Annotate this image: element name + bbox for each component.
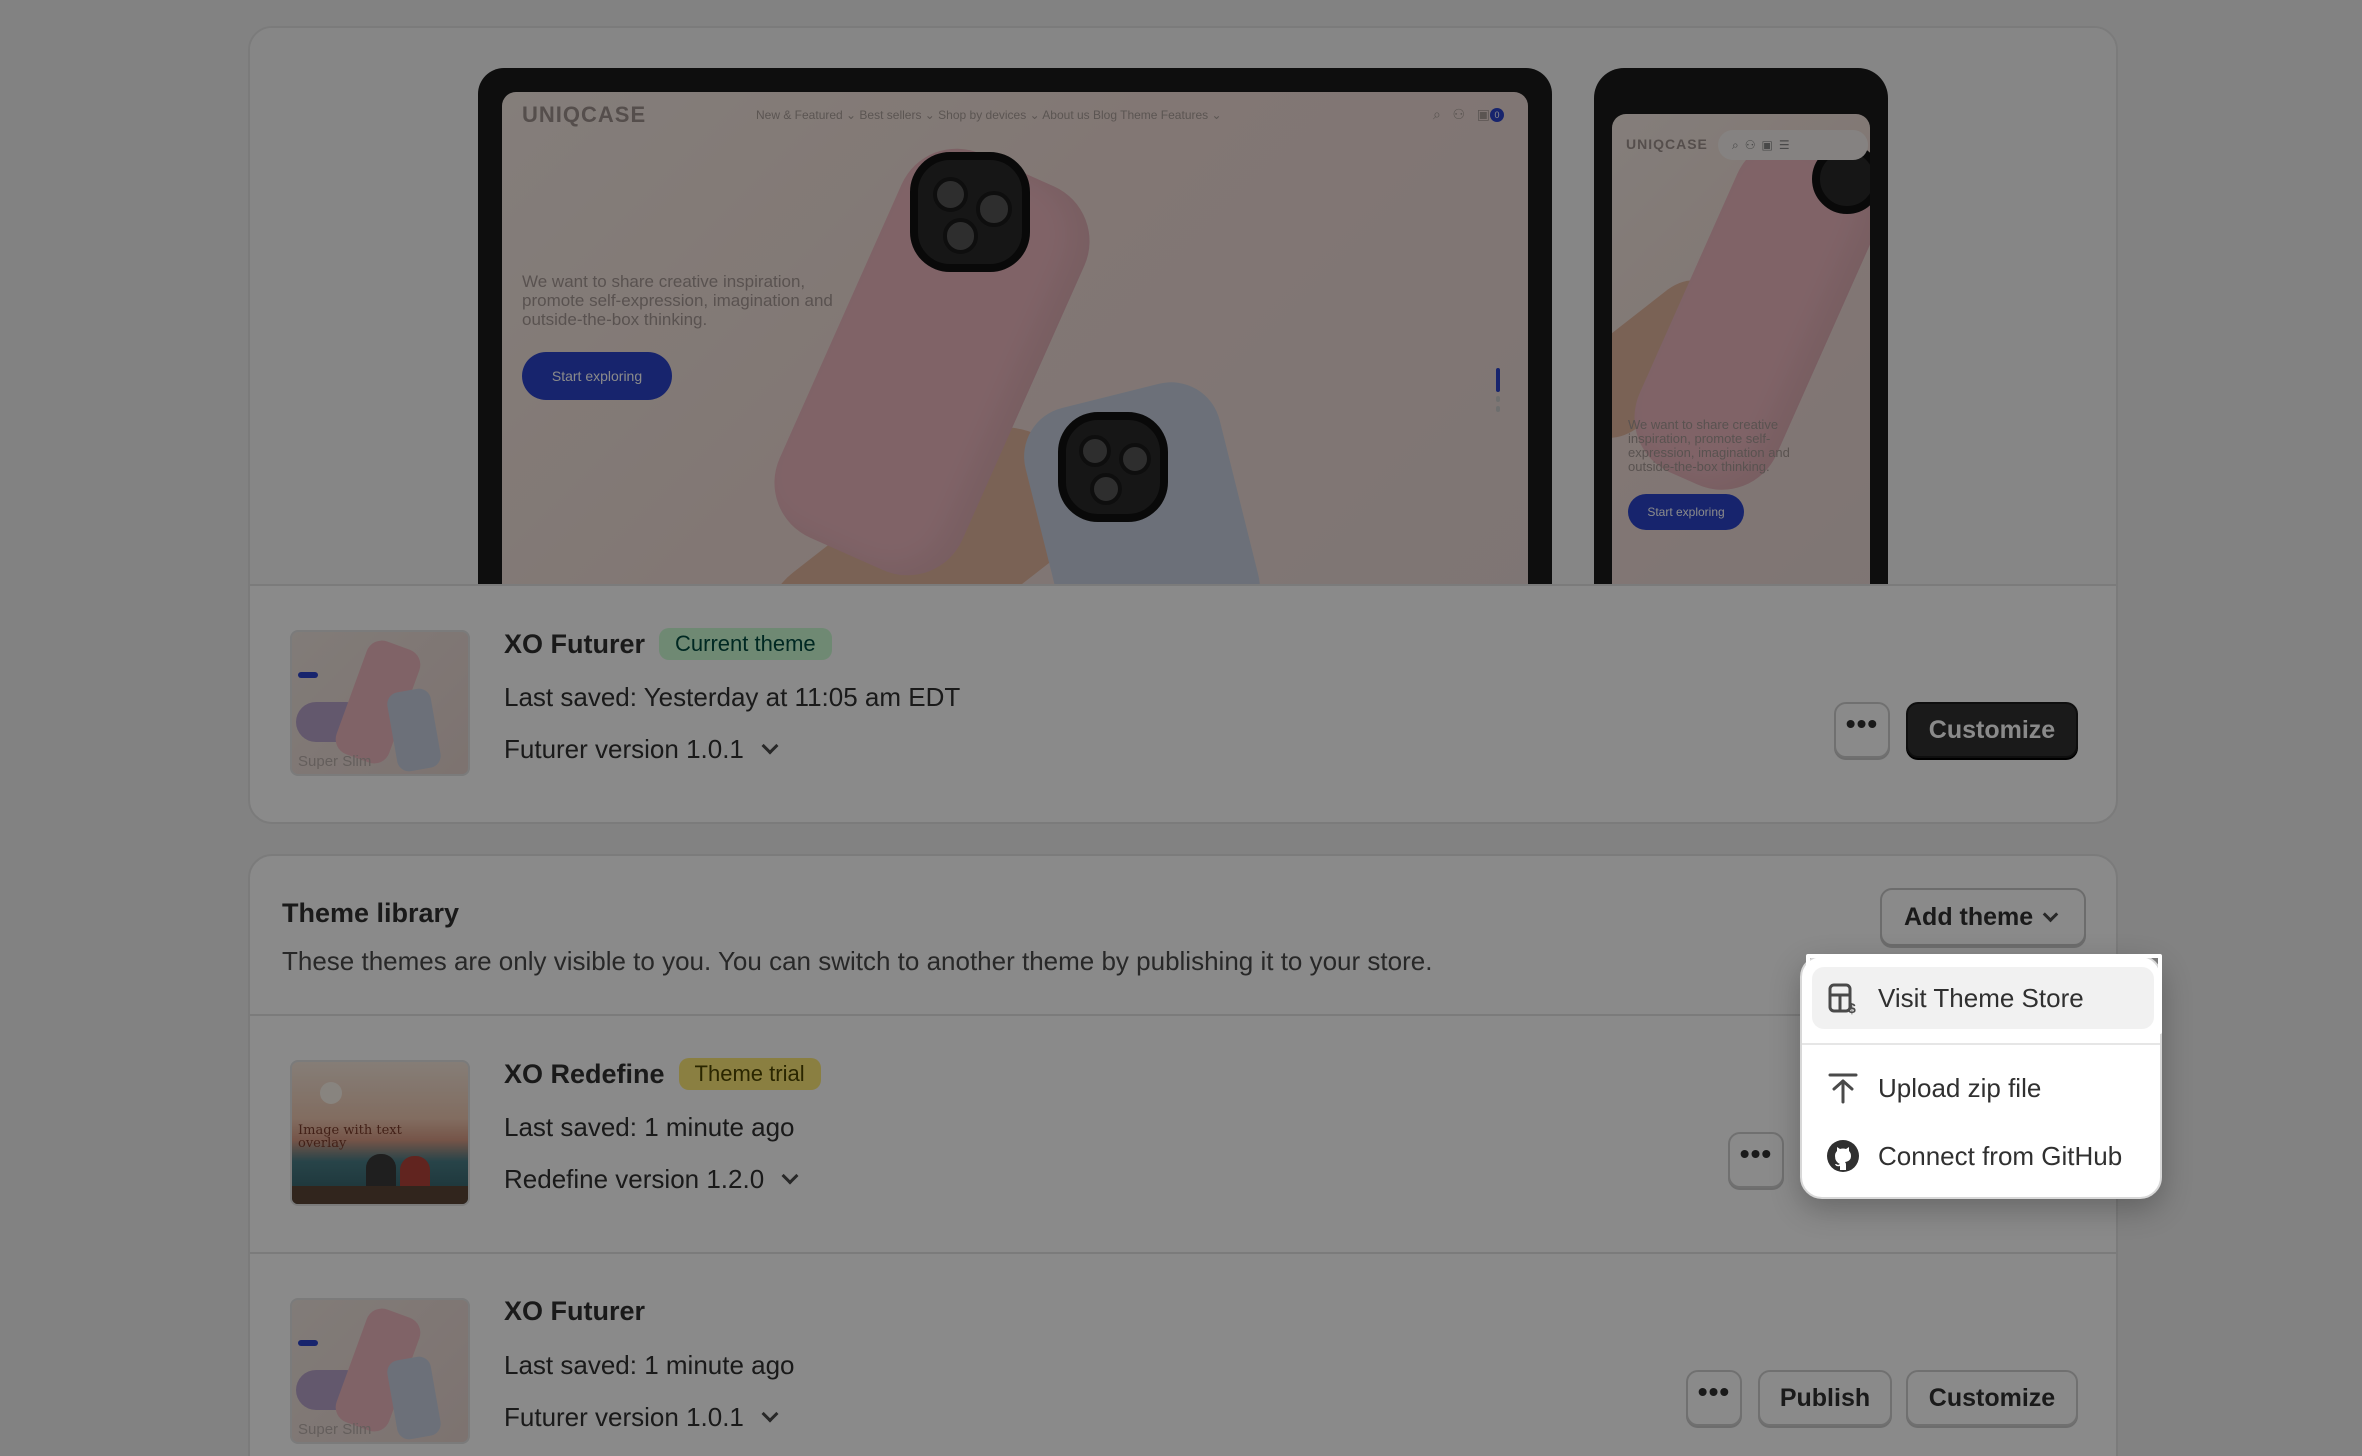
menu-item-upload-zip[interactable]: Upload zip file xyxy=(1812,1057,2154,1119)
themes-page: UNIQCASE New & Featured ⌄ Best sellers ⌄… xyxy=(0,0,2362,1456)
github-icon xyxy=(1827,1140,1859,1172)
menu-item-label: Upload zip file xyxy=(1878,1073,2042,1103)
modal-backdrop[interactable] xyxy=(0,0,2362,1456)
menu-item-connect-github[interactable]: Connect from GitHub xyxy=(1812,1125,2154,1187)
menu-item-label: Connect from GitHub xyxy=(1878,1141,2123,1171)
focus-highlight xyxy=(1806,954,2162,1034)
menu-divider xyxy=(1802,1043,2160,1045)
upload-icon xyxy=(1828,1073,1858,1104)
